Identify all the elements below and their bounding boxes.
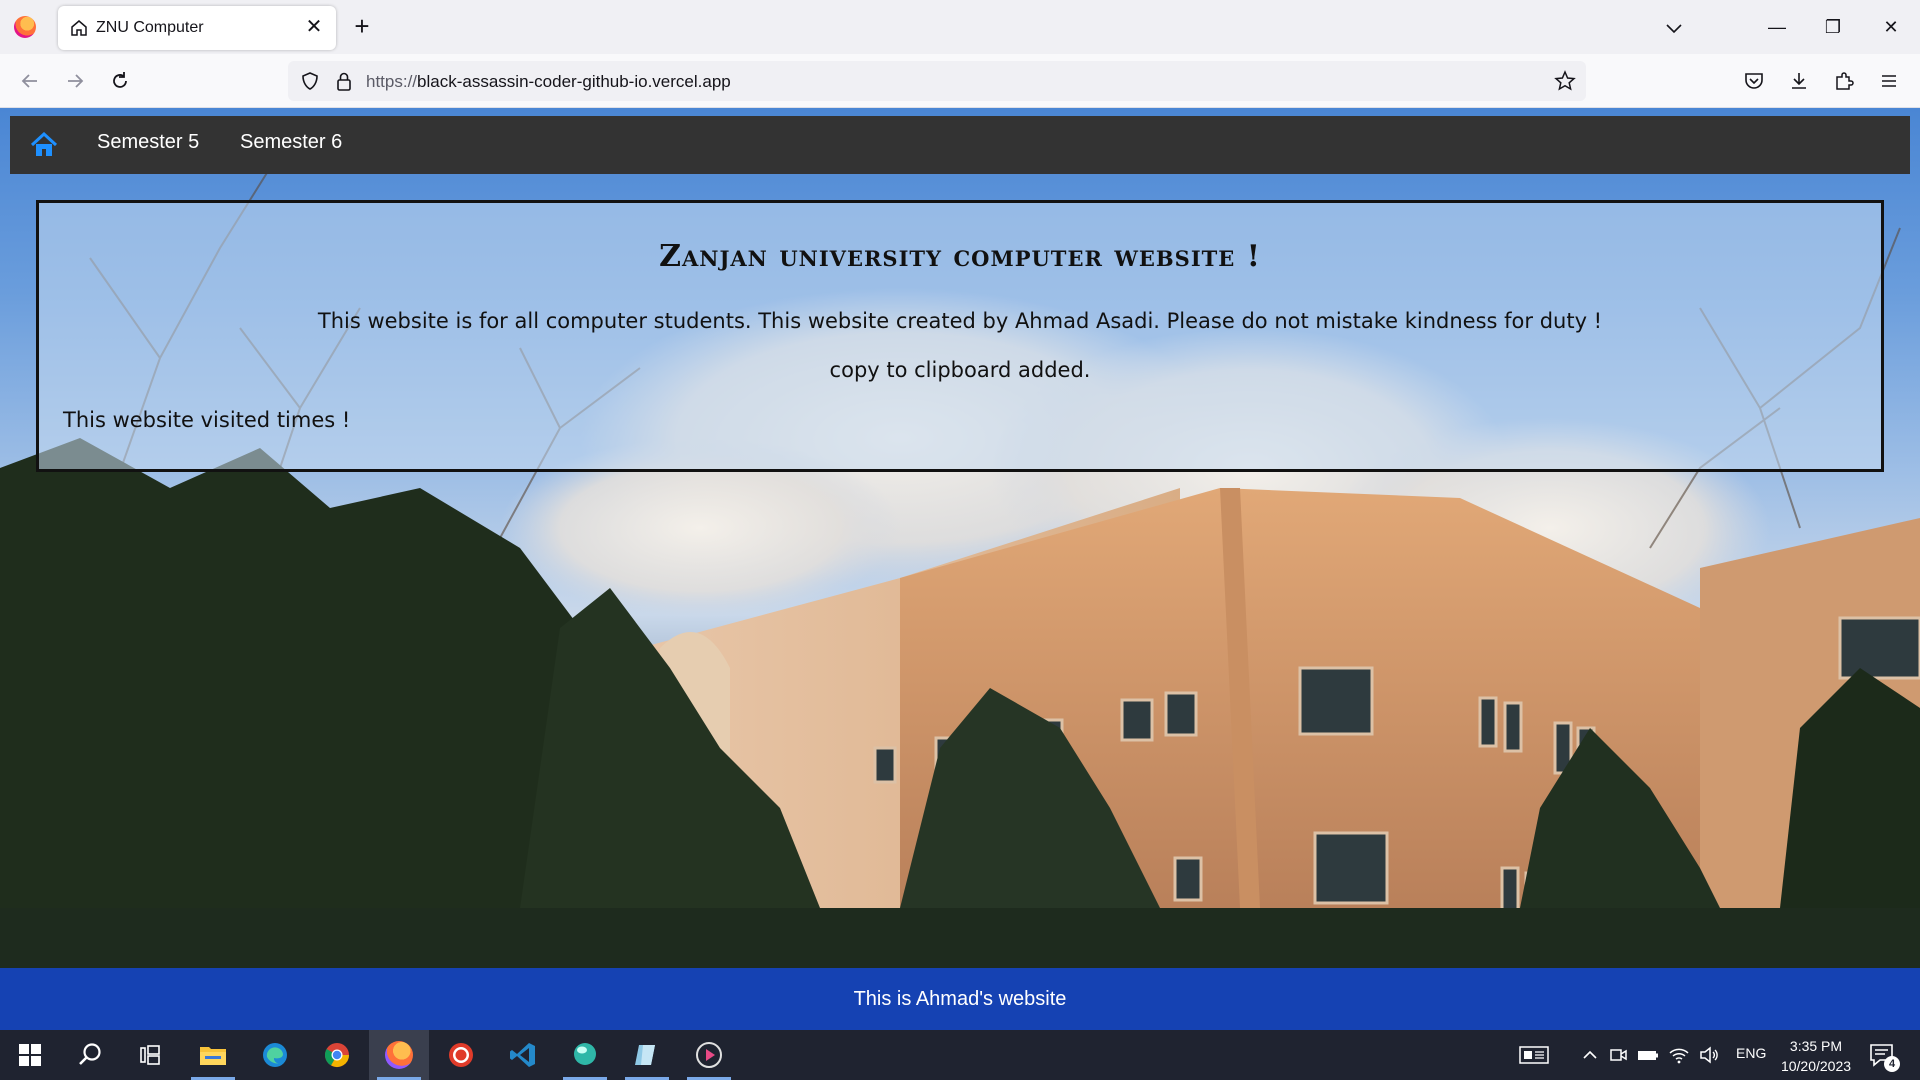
puzzle-extension-icon <box>1836 72 1854 90</box>
clock-date[interactable]: 10/20/2023 <box>1770 1056 1862 1076</box>
news-widget-icon[interactable] <box>1519 1045 1549 1065</box>
clock-time[interactable]: 3:35 PM <box>1770 1036 1862 1056</box>
intro-description: This website is for all computer student… <box>317 309 1603 333</box>
taskbar-recorder[interactable] <box>431 1030 491 1080</box>
app-icon <box>574 1043 596 1065</box>
app-menu-button[interactable] <box>1874 66 1904 96</box>
windows-taskbar: ENG 3:35 PM 10/20/2023 4 <box>0 1030 1920 1080</box>
back-button[interactable] <box>15 66 45 96</box>
taskbar-file-explorer[interactable] <box>183 1030 243 1080</box>
bookmark-star-icon[interactable] <box>1554 70 1576 92</box>
visit-counter: This website visited times ! <box>63 408 351 432</box>
firefox-logo-icon[interactable] <box>14 16 36 38</box>
browser-tab-strip: ZNU Computer ✕ + — ❐ ✕ <box>0 0 1920 54</box>
input-language[interactable]: ENG <box>1736 1045 1766 1061</box>
firefox-icon <box>385 1041 413 1069</box>
taskbar-media-player[interactable] <box>679 1030 739 1080</box>
home-icon[interactable] <box>30 132 58 158</box>
hamburger-menu-icon <box>1882 75 1896 87</box>
chrome-icon <box>324 1043 349 1068</box>
taskbar-firefox[interactable] <box>369 1030 429 1080</box>
pocket-icon <box>1745 73 1763 89</box>
footer-text: This is Ahmad's website <box>853 988 1067 1010</box>
wifi-icon[interactable] <box>1668 1045 1690 1065</box>
intro-panel: Zanjan university computer website ! Thi… <box>36 200 1884 472</box>
task-view-icon <box>140 1045 160 1065</box>
url-bar[interactable]: https://black-assassin-coder-github-io.v… <box>288 61 1586 101</box>
task-view-button[interactable] <box>120 1030 180 1080</box>
start-button[interactable] <box>0 1030 60 1080</box>
list-all-tabs-icon[interactable] <box>1660 14 1688 42</box>
restore-button[interactable]: ❐ <box>1818 12 1848 42</box>
download-icon <box>1792 73 1806 89</box>
close-window-button[interactable]: ✕ <box>1876 12 1906 42</box>
url-host: black-assassin-coder-github-io.vercel.ap… <box>417 72 731 91</box>
taskbar-edge[interactable] <box>245 1030 305 1080</box>
nav-link-semester-5[interactable]: Semester 5 <box>97 131 199 154</box>
file-explorer-icon <box>200 1047 226 1065</box>
new-tab-button[interactable]: + <box>348 12 376 40</box>
show-hidden-icons-chevron-icon[interactable] <box>1580 1045 1600 1065</box>
recorder-icon <box>449 1043 473 1067</box>
page-viewport: Semester 5 Semester 6 Zanjan university … <box>0 108 1920 1030</box>
extensions-button[interactable] <box>1829 66 1859 96</box>
page-title: Zanjan university computer website ! <box>659 239 1261 274</box>
tracking-protection-shield-icon[interactable] <box>300 71 320 91</box>
back-arrow-icon <box>21 74 37 88</box>
clipboard-note: copy to clipboard added. <box>829 358 1091 382</box>
downloads-button[interactable] <box>1784 66 1814 96</box>
taskbar-vscode[interactable] <box>493 1030 553 1080</box>
forward-button[interactable] <box>60 66 90 96</box>
browser-tab[interactable]: ZNU Computer ✕ <box>58 6 336 50</box>
url-text[interactable]: https://black-assassin-coder-github-io.v… <box>366 72 731 92</box>
reload-button[interactable] <box>105 66 135 96</box>
tab-close-button[interactable]: ✕ <box>302 15 326 39</box>
windows-start-icon <box>19 1044 41 1066</box>
media-player-icon <box>696 1042 722 1068</box>
url-protocol: https:// <box>366 72 418 91</box>
battery-icon[interactable] <box>1636 1045 1660 1065</box>
site-footer: This is Ahmad's website <box>0 968 1920 1030</box>
meet-camera-icon[interactable] <box>1608 1045 1628 1065</box>
taskbar-app-2[interactable] <box>617 1030 677 1080</box>
minimize-button[interactable]: — <box>1762 12 1792 42</box>
forward-arrow-icon <box>68 74 84 88</box>
volume-icon[interactable] <box>1698 1045 1720 1065</box>
edge-icon <box>263 1043 287 1067</box>
taskbar-app[interactable] <box>555 1030 615 1080</box>
vscode-icon <box>510 1043 535 1067</box>
tab-title: ZNU Computer <box>96 19 204 36</box>
search-icon <box>79 1043 101 1065</box>
browser-navigation-bar: https://black-assassin-coder-github-io.v… <box>0 54 1920 108</box>
notification-count-badge: 4 <box>1884 1056 1900 1072</box>
reload-icon <box>113 72 127 88</box>
search-button[interactable] <box>60 1030 120 1080</box>
pocket-button[interactable] <box>1739 66 1769 96</box>
app-icon-2 <box>635 1045 655 1065</box>
site-navbar: Semester 5 Semester 6 <box>10 116 1910 174</box>
lock-icon[interactable] <box>334 70 354 92</box>
nav-link-semester-6[interactable]: Semester 6 <box>240 131 342 154</box>
taskbar-chrome[interactable] <box>307 1030 367 1080</box>
home-favicon-icon <box>71 20 87 36</box>
